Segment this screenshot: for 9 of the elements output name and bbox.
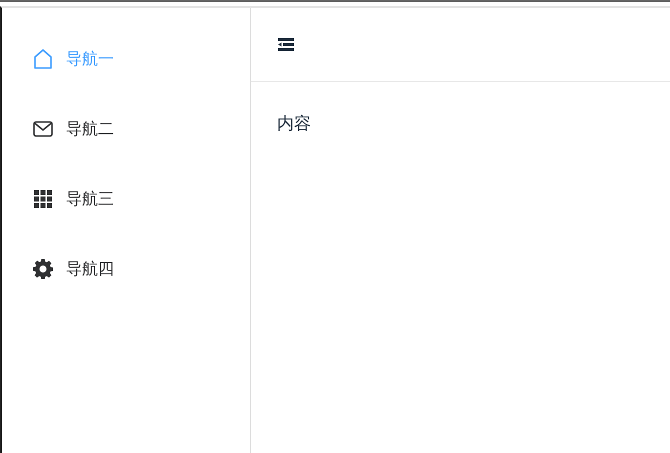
nav-item[interactable]: 导航二 — [2, 94, 250, 164]
grid-icon — [34, 190, 52, 208]
mail-icon — [33, 121, 53, 137]
nav-item[interactable]: 导航四 — [2, 234, 250, 304]
nav-item[interactable]: 导航三 — [2, 164, 250, 234]
home-icon — [34, 49, 52, 69]
content-text: 内容 — [277, 114, 311, 134]
menu-fold-icon[interactable] — [278, 38, 294, 51]
settings-icon — [33, 259, 53, 279]
